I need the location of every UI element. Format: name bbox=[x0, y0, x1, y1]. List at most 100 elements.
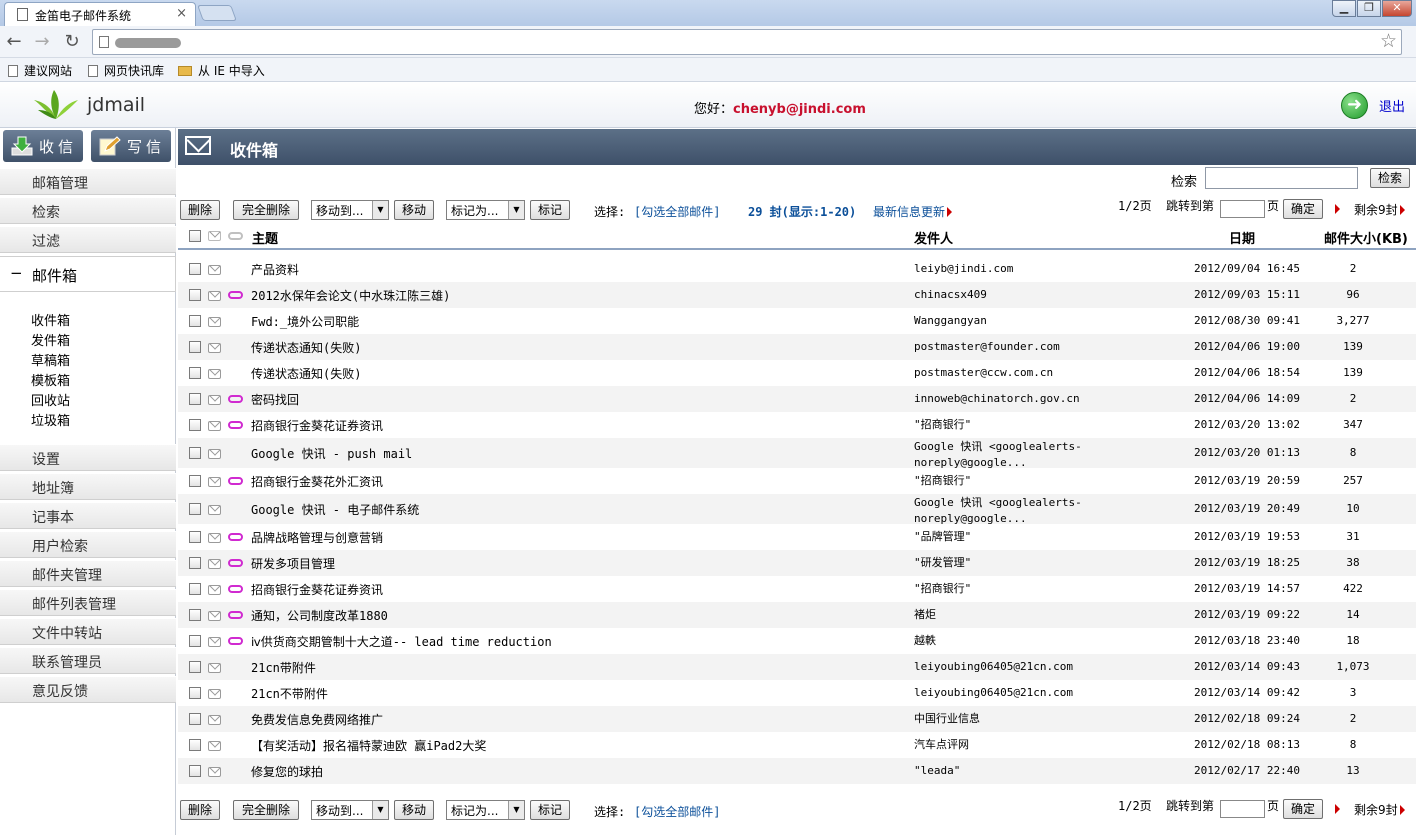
delete-button[interactable]: 删除 bbox=[180, 200, 220, 220]
mail-row[interactable]: 21cn不带附件 leiyoubing06405@21cn.com 2012/03/… bbox=[178, 680, 1416, 706]
bookmark-suggested-sites[interactable]: 建议网站 bbox=[8, 62, 72, 79]
address-bar[interactable]: ☆ bbox=[92, 29, 1402, 55]
page-number-input[interactable] bbox=[1220, 200, 1265, 218]
mark-button[interactable]: 标记 bbox=[530, 800, 570, 820]
mail-row[interactable]: 21cn带附件 leiyoubing06405@21cn.com 2012/03/1… bbox=[178, 654, 1416, 680]
mail-subject[interactable]: 品牌战略管理与创意营销 bbox=[251, 529, 383, 546]
browser-tab[interactable]: 金笛电子邮件系统 × bbox=[4, 2, 196, 26]
mail-row[interactable]: 研发多项目管理 "研发管理" 2012/03/19 18:25 38 bbox=[178, 550, 1416, 576]
folder-templates[interactable]: 模板箱 bbox=[31, 370, 70, 389]
delete-permanently-button[interactable]: 完全删除 bbox=[233, 800, 299, 820]
select-all-link[interactable]: [勾选全部邮件] bbox=[634, 803, 720, 820]
mail-subject[interactable]: 【有奖活动】报名福特蒙迪欧 赢iPad2大奖 bbox=[251, 737, 486, 754]
mark-as-select[interactable]: 标记为... ▼ bbox=[446, 800, 525, 820]
logout-link[interactable]: 退出 bbox=[1379, 96, 1405, 115]
mail-subject[interactable]: 传递状态通知(失败) bbox=[251, 339, 361, 356]
mail-row[interactable]: 修复您的球拍 "leada" 2012/02/17 22:40 13 bbox=[178, 758, 1416, 784]
mail-select-checkbox[interactable] bbox=[189, 315, 201, 327]
mail-select-checkbox[interactable] bbox=[189, 419, 201, 431]
mail-row[interactable]: 传递状态通知(失败) postmaster@founder.com 2012/04/… bbox=[178, 334, 1416, 360]
move-button[interactable]: 移动 bbox=[394, 200, 434, 220]
mail-select-checkbox[interactable] bbox=[189, 503, 201, 515]
mail-subject[interactable]: 密码找回 bbox=[251, 391, 299, 408]
mail-row[interactable]: 招商银行金葵花证券资讯 "招商银行" 2012/03/20 13:02 347 bbox=[178, 412, 1416, 438]
jump-confirm-button[interactable]: 确定 bbox=[1283, 799, 1323, 819]
mail-subject[interactable]: 修复您的球拍 bbox=[251, 763, 323, 780]
search-button[interactable]: 检索 bbox=[1370, 168, 1410, 188]
mail-select-checkbox[interactable] bbox=[189, 583, 201, 595]
mail-select-checkbox[interactable] bbox=[189, 713, 201, 725]
menu-contact-admin[interactable]: 联系管理员 bbox=[0, 647, 176, 674]
bookmark-import-ie[interactable]: 从 IE 中导入 bbox=[178, 62, 265, 79]
receive-mail-button[interactable]: 收信 bbox=[3, 130, 83, 162]
page-number-input[interactable] bbox=[1220, 800, 1265, 818]
column-size[interactable]: 邮件大小(KB) bbox=[1324, 228, 1408, 247]
mail-select-checkbox[interactable] bbox=[189, 475, 201, 487]
mail-select-checkbox[interactable] bbox=[189, 557, 201, 569]
mail-select-checkbox[interactable] bbox=[189, 289, 201, 301]
window-close-button[interactable]: ✕ bbox=[1382, 0, 1412, 17]
mail-subject[interactable]: 招商银行金葵花证券资讯 bbox=[251, 417, 383, 434]
mail-row[interactable]: 密码找回 innoweb@chinatorch.gov.cn 2012/04/06 … bbox=[178, 386, 1416, 412]
folder-junk[interactable]: 垃圾箱 bbox=[31, 410, 70, 429]
mail-select-checkbox[interactable] bbox=[189, 635, 201, 647]
column-subject[interactable]: 主题 bbox=[252, 228, 278, 247]
back-icon[interactable]: ← bbox=[2, 30, 26, 54]
mail-subject[interactable]: 研发多项目管理 bbox=[251, 555, 335, 572]
column-from[interactable]: 发件人 bbox=[914, 228, 953, 247]
move-button[interactable]: 移动 bbox=[394, 800, 434, 820]
menu-search[interactable]: 检索 bbox=[0, 197, 176, 224]
mail-select-checkbox[interactable] bbox=[189, 739, 201, 751]
move-to-select[interactable]: 移动到... ▼ bbox=[311, 200, 389, 220]
mail-select-checkbox[interactable] bbox=[189, 393, 201, 405]
mail-subject[interactable]: 招商银行金葵花证券资讯 bbox=[251, 581, 383, 598]
mail-row[interactable]: 通知，公司制度改革1880 褚炬 2012/03/19 09:22 14 bbox=[178, 602, 1416, 628]
next-page-arrow-icon[interactable] bbox=[1335, 804, 1340, 814]
search-input[interactable] bbox=[1205, 167, 1358, 189]
mail-subject[interactable]: 21cn带附件 bbox=[251, 659, 316, 676]
bookmark-star-icon[interactable]: ☆ bbox=[1380, 30, 1397, 52]
mail-row[interactable]: 【有奖活动】报名福特蒙迪欧 赢iPad2大奖 汽车点评网 2012/02/18 08… bbox=[178, 732, 1416, 758]
mail-subject[interactable]: 招商银行金葵花外汇资讯 bbox=[251, 473, 383, 490]
mail-row[interactable]: 产品资料 leiyb@jindi.com 2012/09/04 16:45 2 bbox=[178, 256, 1416, 282]
folder-inbox[interactable]: 收件箱 bbox=[31, 310, 70, 329]
menu-settings[interactable]: 设置 bbox=[0, 444, 176, 471]
mail-select-checkbox[interactable] bbox=[189, 609, 201, 621]
mail-subject[interactable]: 产品资料 bbox=[251, 261, 299, 278]
menu-user-search[interactable]: 用户检索 bbox=[0, 531, 176, 558]
menu-mail-list-management[interactable]: 邮件列表管理 bbox=[0, 589, 176, 616]
tab-close-icon[interactable]: × bbox=[176, 6, 187, 21]
mark-button[interactable]: 标记 bbox=[530, 200, 570, 220]
mail-subject[interactable]: Google 快讯 - 电子邮件系统 bbox=[251, 501, 419, 518]
mail-row[interactable]: Google 快讯 - push mail Google 快讯 <googleal… bbox=[178, 438, 1416, 469]
folder-recycle-bin[interactable]: 回收站 bbox=[31, 390, 70, 409]
mail-row[interactable]: ⅳ供货商交期管制十大之道-- lead time reduction 越軼 2012… bbox=[178, 628, 1416, 654]
menu-address-book[interactable]: 地址簿 bbox=[0, 473, 176, 500]
mail-select-checkbox[interactable] bbox=[189, 531, 201, 543]
next-page-arrow-icon[interactable] bbox=[1335, 204, 1340, 214]
write-mail-button[interactable]: 写信 bbox=[91, 130, 171, 162]
mail-select-checkbox[interactable] bbox=[189, 263, 201, 275]
mail-subject[interactable]: 通知，公司制度改革1880 bbox=[251, 607, 388, 624]
mail-subject[interactable]: 21cn不带附件 bbox=[251, 685, 328, 702]
mail-row[interactable]: Google 快讯 - 电子邮件系统 Google 快讯 <googlealert… bbox=[178, 494, 1416, 525]
mail-select-checkbox[interactable] bbox=[189, 687, 201, 699]
mail-subject[interactable]: ⅳ供货商交期管制十大之道-- lead time reduction bbox=[251, 633, 552, 650]
move-to-select[interactable]: 移动到... ▼ bbox=[311, 800, 389, 820]
mail-subject[interactable]: Fwd:_境外公司职能 bbox=[251, 313, 359, 330]
select-all-link[interactable]: [勾选全部邮件] bbox=[634, 203, 720, 220]
column-date[interactable]: 日期 bbox=[1229, 228, 1255, 247]
menu-folder-management[interactable]: 邮件夹管理 bbox=[0, 560, 176, 587]
menu-filter[interactable]: 过滤 bbox=[0, 226, 176, 253]
folder-sent[interactable]: 发件箱 bbox=[31, 330, 70, 349]
mail-row[interactable]: 招商银行金葵花证券资讯 "招商银行" 2012/03/19 14:57 422 bbox=[178, 576, 1416, 602]
menu-mailboxes[interactable]: − 邮件箱 bbox=[0, 256, 176, 292]
mail-select-checkbox[interactable] bbox=[189, 367, 201, 379]
mail-row[interactable]: 传递状态通知(失败) postmaster@ccw.com.cn 2012/04/0… bbox=[178, 360, 1416, 386]
reload-icon[interactable]: ↻ bbox=[60, 30, 84, 54]
mail-row[interactable]: 品牌战略管理与创意营销 "品牌管理" 2012/03/19 19:53 31 bbox=[178, 524, 1416, 550]
mail-row[interactable]: 免费发信息免费网络推广 中国行业信息 2012/02/18 09:24 2 bbox=[178, 706, 1416, 732]
mail-select-checkbox[interactable] bbox=[189, 765, 201, 777]
collapse-minus-icon[interactable]: − bbox=[10, 264, 23, 282]
mail-subject[interactable]: 免费发信息免费网络推广 bbox=[251, 711, 383, 728]
